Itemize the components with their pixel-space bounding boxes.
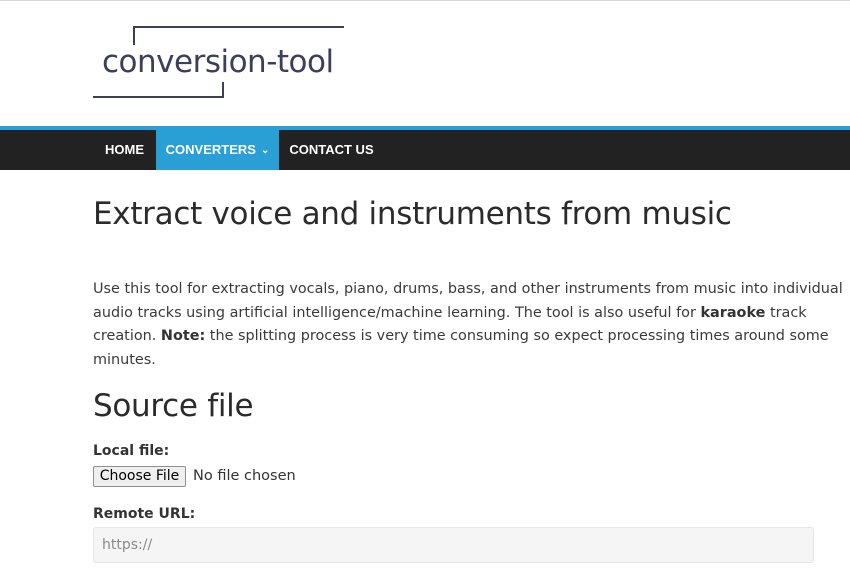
intro-paragraph: Use this tool for extracting vocals, pia…	[93, 278, 845, 372]
chevron-down-icon: ⌄	[260, 145, 270, 156]
main-nav: HOME CONVERTERS ⌄ CONTACT US	[0, 130, 850, 170]
page: conversion-tool HOME CONVERTERS ⌄ CONTACT…	[0, 0, 850, 572]
intro-bold-karaoke: karaoke	[700, 304, 766, 321]
section-title-source-file: Source file	[93, 388, 254, 424]
nav-item-home-label: HOME	[105, 142, 144, 157]
choose-file-button[interactable]: Choose File	[93, 466, 186, 487]
remote-url-input[interactable]	[93, 527, 814, 563]
local-file-label: Local file:	[93, 443, 170, 459]
nav-item-home[interactable]: HOME	[93, 130, 156, 170]
nav-item-converters-label: CONVERTERS	[165, 142, 256, 157]
logo[interactable]: conversion-tool	[92, 25, 348, 99]
logo-text: conversion-tool	[102, 44, 334, 80]
file-status-text: No file chosen	[193, 468, 296, 484]
nav-item-contact-us[interactable]: CONTACT US	[279, 130, 384, 170]
nav-item-converters[interactable]: CONVERTERS ⌄	[156, 130, 279, 170]
intro-bold-note: Note:	[160, 328, 206, 344]
top-border	[0, 0, 850, 1]
remote-url-label: Remote URL:	[93, 506, 196, 522]
page-title: Extract voice and instruments from music	[93, 196, 732, 232]
nav-item-contact-us-label: CONTACT US	[289, 142, 374, 157]
